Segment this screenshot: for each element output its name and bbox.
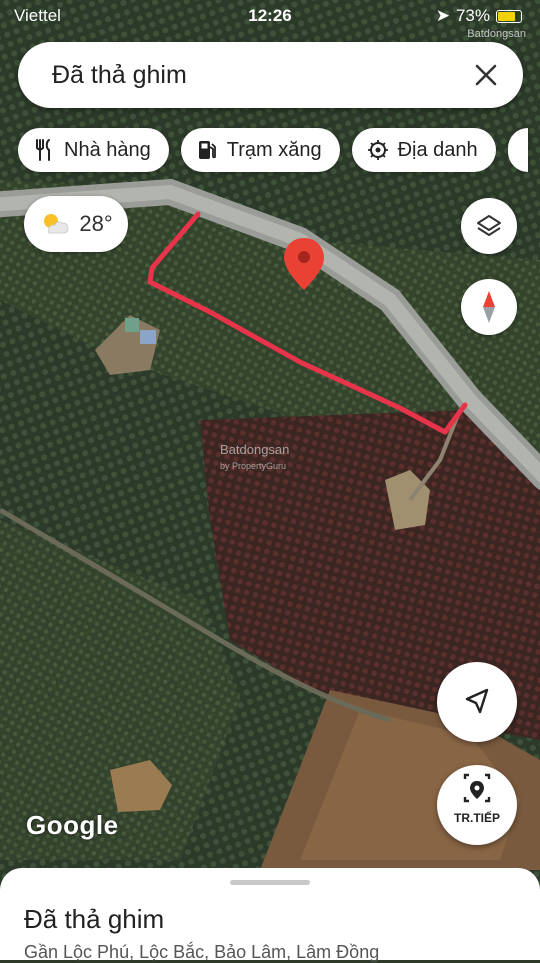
- directions-label: TR.TIẾP: [453, 811, 500, 825]
- chip-gas-stations[interactable]: Trạm xăng: [180, 128, 340, 172]
- category-chips: Nhà hàng Trạm xăng Địa danh: [18, 128, 528, 174]
- close-icon[interactable]: [471, 60, 501, 90]
- gas-station-icon: [198, 141, 216, 159]
- weather-chip[interactable]: 28°: [24, 196, 128, 252]
- sheet-drag-handle[interactable]: [230, 880, 310, 885]
- directions-button[interactable]: TR.TIẾP: [437, 765, 517, 845]
- partly-sunny-icon: [44, 214, 69, 234]
- my-location-button[interactable]: [437, 662, 517, 742]
- chip-landmarks[interactable]: Địa danh: [351, 128, 496, 172]
- location-arrow-icon: ➤: [435, 6, 450, 25]
- status-bar: Viettel 12:26 ➤ 73%: [0, 0, 540, 32]
- chip-more[interactable]: [507, 128, 528, 172]
- search-bar[interactable]: Đã thả ghim: [18, 42, 523, 108]
- chip-restaurants[interactable]: Nhà hàng: [18, 128, 169, 172]
- landmark-icon: [367, 140, 388, 160]
- compass-icon: [483, 291, 495, 323]
- layers-icon: [477, 215, 501, 236]
- google-logo: Google: [26, 810, 119, 840]
- directions-pin-icon: [463, 773, 491, 803]
- place-title: Đã thả ghim: [24, 904, 165, 934]
- place-sheet[interactable]: Đã thả ghim Gần Lộc Phú, Lộc Bắc, Bảo Lâ…: [0, 868, 540, 962]
- search-query[interactable]: Đã thả ghim: [52, 61, 187, 90]
- layers-button[interactable]: [461, 198, 517, 254]
- chip-label: Địa danh: [397, 138, 478, 161]
- watermark-center: Batdongsan by PropertyGuru: [220, 442, 290, 471]
- chip-label: Trạm xăng: [226, 138, 322, 161]
- watermark-top: Batdongsan: [467, 28, 526, 40]
- compass-button[interactable]: [461, 279, 517, 335]
- battery-icon: [496, 9, 522, 23]
- restaurant-icon: [36, 139, 50, 161]
- chip-label: Nhà hàng: [64, 138, 151, 161]
- navigation-arrow-icon: [465, 688, 489, 714]
- temperature: 28°: [79, 211, 113, 236]
- battery-percent: 73%: [455, 6, 490, 25]
